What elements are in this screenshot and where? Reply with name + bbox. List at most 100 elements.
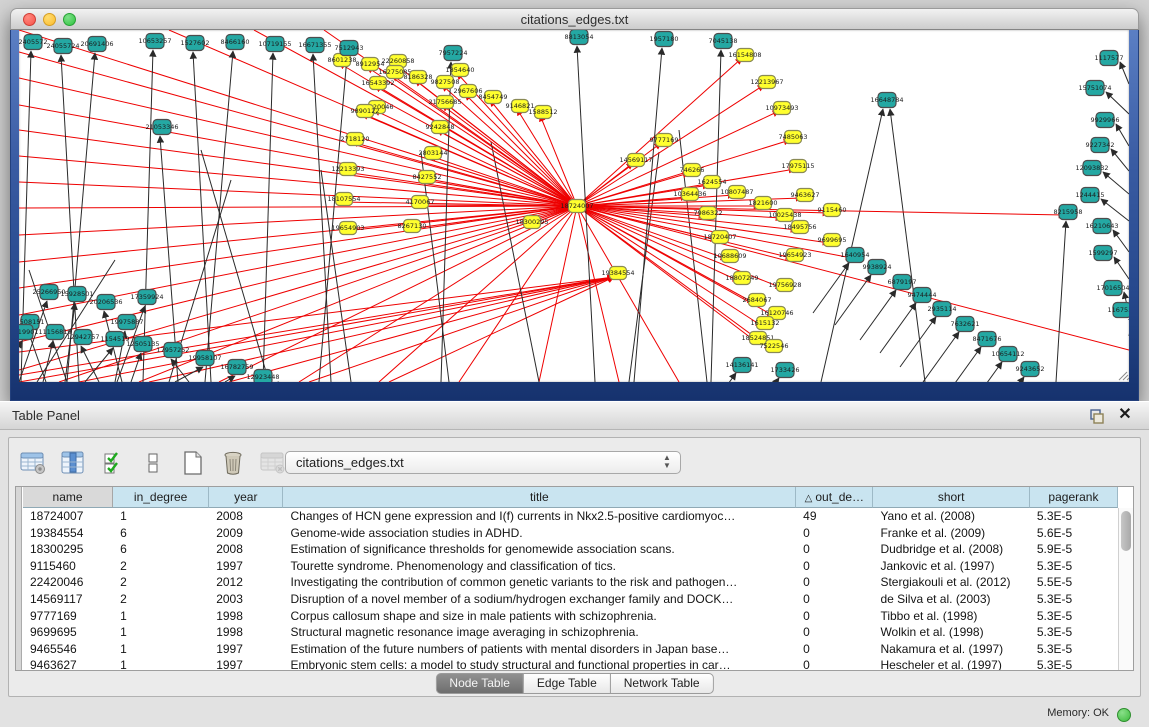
select-columns-icon[interactable] — [59, 450, 86, 477]
table-row[interactable]: 1456911722003Disruption of a novel membe… — [23, 591, 1118, 608]
table-cell[interactable]: Estimation of significance thresholds fo… — [283, 541, 796, 558]
graph-edge[interactable] — [577, 206, 792, 258]
table-cell[interactable]: Yano et al. (2008) — [873, 508, 1029, 525]
tab-node-table[interactable]: Node Table — [435, 673, 524, 694]
table-cell[interactable]: Wolkin et al. (1998) — [873, 624, 1029, 641]
graph-edge[interactable] — [577, 206, 679, 382]
column-header-in-degree[interactable]: in_degree — [113, 487, 209, 508]
graph-edge[interactable] — [19, 206, 577, 342]
graph-edge[interactable] — [409, 206, 577, 229]
graph-edge[interactable] — [1116, 124, 1129, 146]
table-cell[interactable]: 18724007 — [23, 508, 113, 525]
table-cell[interactable]: Tibbo et al. (1998) — [873, 608, 1029, 625]
delete-column-icon[interactable] — [219, 450, 246, 477]
table-cell[interactable]: 2008 — [209, 541, 283, 558]
column-header-title[interactable]: title — [283, 487, 796, 508]
table-cell[interactable]: 1 — [113, 657, 209, 670]
graph-edge[interactable] — [309, 277, 614, 382]
table-cell[interactable]: 14569117 — [23, 591, 113, 608]
graph-edge[interactable] — [193, 52, 211, 382]
graph-edge[interactable] — [577, 206, 762, 326]
vertical-scrollbar[interactable] — [1118, 508, 1133, 670]
close-icon[interactable]: ✕ — [1117, 406, 1133, 424]
table-cell[interactable]: 19384554 — [23, 525, 113, 542]
table-row[interactable]: 2242004622012Investigating the contribut… — [23, 574, 1118, 591]
table-cell[interactable]: 0 — [796, 657, 873, 670]
table-cell[interactable]: Franke et al. (2009) — [873, 525, 1029, 542]
table-cell[interactable]: 2009 — [209, 525, 283, 542]
table-cell[interactable]: 1 — [113, 608, 209, 625]
table-row[interactable]: 969969511998Structural magnetic resonanc… — [23, 624, 1118, 641]
table-cell[interactable]: 2003 — [209, 591, 283, 608]
table-cell[interactable]: 5.3E-5 — [1030, 558, 1118, 575]
table-row[interactable]: 977716911998Corpus callosum shape and si… — [23, 608, 1118, 625]
table-cell[interactable]: 0 — [796, 624, 873, 641]
graph-edge[interactable] — [229, 277, 614, 382]
citation-graph[interactable]: 1872400718300295193845548601238891295422… — [19, 30, 1129, 382]
graph-edge[interactable] — [860, 290, 896, 340]
table-settings-icon[interactable] — [19, 450, 46, 477]
close-light-button[interactable] — [23, 13, 36, 26]
table-cell[interactable]: 5.3E-5 — [1030, 508, 1118, 525]
graph-edge[interactable] — [19, 206, 577, 208]
graph-edge[interactable] — [149, 277, 614, 382]
table-cell[interactable]: 22420046 — [23, 574, 113, 591]
graph-edge[interactable] — [923, 332, 959, 382]
table-cell[interactable]: 5.5E-5 — [1030, 574, 1118, 591]
graph-edge[interactable] — [988, 377, 1024, 382]
table-cell[interactable]: 1 — [113, 508, 209, 525]
graph-edge[interactable] — [945, 347, 981, 382]
table-row[interactable]: 911546021997Tourette syndrome. Phenomeno… — [23, 558, 1118, 575]
column-header-out-de-[interactable]: △out_de… — [796, 487, 873, 508]
graph-edge[interactable] — [743, 378, 779, 382]
table-cell[interactable]: 0 — [796, 541, 873, 558]
table-cell[interactable]: 0 — [796, 591, 873, 608]
canvas-resize-grip[interactable] — [1119, 372, 1129, 380]
graph-edge[interactable] — [539, 206, 577, 382]
table-cell[interactable]: 5.3E-5 — [1030, 608, 1118, 625]
table-cell[interactable]: 6 — [113, 525, 209, 542]
table-cell[interactable]: 1997 — [209, 641, 283, 658]
graph-edge[interactable] — [835, 275, 871, 325]
table-cell[interactable]: 2 — [113, 558, 209, 575]
table-cell[interactable]: 2012 — [209, 574, 283, 591]
delete-table-icon[interactable] — [259, 450, 286, 477]
graph-edge[interactable] — [890, 109, 925, 382]
graph-edge[interactable] — [813, 263, 849, 313]
column-header-short[interactable]: short — [873, 487, 1029, 508]
table-cell[interactable]: 0 — [796, 641, 873, 658]
graph-edge[interactable] — [19, 156, 577, 206]
table-cell[interactable]: 2 — [113, 574, 209, 591]
scrollbar-thumb[interactable] — [1121, 511, 1131, 551]
table-cell[interactable]: 1 — [113, 624, 209, 641]
table-cell[interactable]: 1 — [113, 641, 209, 658]
table-cell[interactable]: Hescheler et al. (1997) — [873, 657, 1029, 670]
table-cell[interactable]: 0 — [796, 608, 873, 625]
table-cell[interactable]: 2008 — [209, 508, 283, 525]
table-row[interactable]: 1830029562008Estimation of significance … — [23, 541, 1118, 558]
table-cell[interactable]: Genome-wide association studies in ADHD. — [283, 525, 796, 542]
table-cell[interactable]: 5.3E-5 — [1030, 657, 1118, 670]
graph-edge[interactable] — [1101, 199, 1129, 221]
table-cell[interactable]: 5.3E-5 — [1030, 591, 1118, 608]
table-cell[interactable]: Nakamura et al. (1997) — [873, 641, 1029, 658]
tab-network-table[interactable]: Network Table — [611, 673, 714, 694]
graph-edge[interactable] — [1056, 221, 1066, 382]
table-cell[interactable]: Changes of HCN gene expression and I(f) … — [283, 508, 796, 525]
table-cell[interactable]: Estimation of the future numbers of pati… — [283, 641, 796, 658]
graph-edge[interactable] — [577, 195, 734, 206]
column-header-name[interactable]: name — [23, 487, 113, 508]
graph-edge[interactable] — [205, 51, 233, 382]
table-cell[interactable]: 0 — [796, 525, 873, 542]
graph-edge[interactable] — [700, 373, 736, 382]
table-row[interactable]: 946362711997Embryonic stem cells: a mode… — [23, 657, 1118, 670]
table-cell[interactable]: 0 — [796, 558, 873, 575]
table-cell[interactable]: Stergiakouli et al. (2012) — [873, 574, 1029, 591]
table-panel-titlebar[interactable]: Table Panel ✕ — [0, 401, 1149, 430]
table-cell[interactable]: de Silva et al. (2003) — [873, 591, 1029, 608]
column-header-year[interactable]: year — [209, 487, 283, 508]
table-cell[interactable]: 18300295 — [23, 541, 113, 558]
table-cell[interactable]: 9699695 — [23, 624, 113, 641]
table-cell[interactable]: 9463627 — [23, 657, 113, 670]
graph-edge[interactable] — [966, 362, 1002, 382]
